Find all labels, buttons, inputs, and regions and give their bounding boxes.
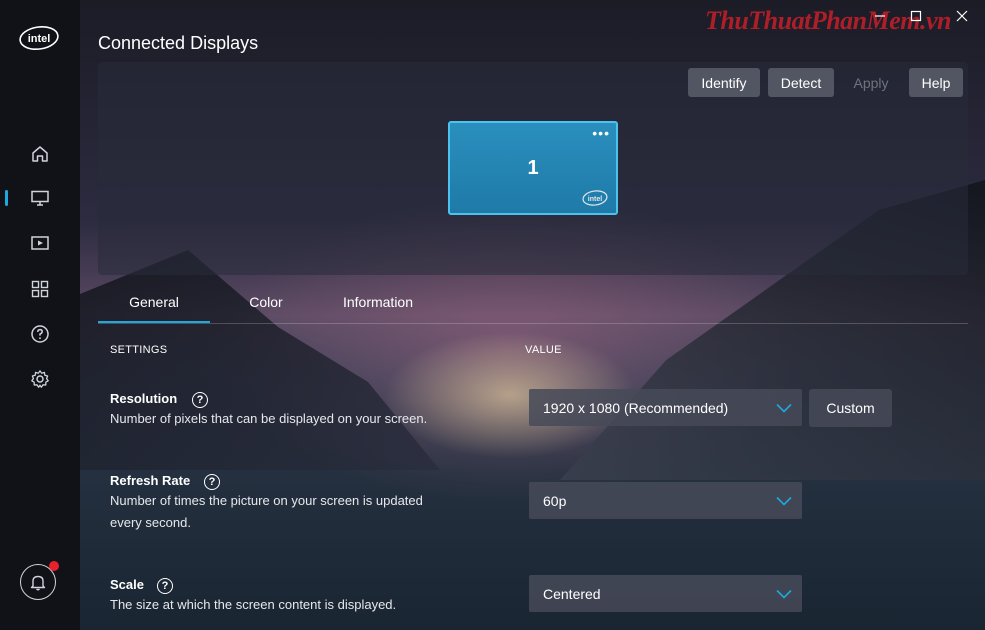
sidebar-item-home[interactable] xyxy=(0,136,80,172)
refresh-rate-dropdown[interactable]: 60p xyxy=(529,482,802,519)
maximize-icon xyxy=(910,10,922,22)
page-title: Connected Displays xyxy=(98,33,259,53)
intel-logo: intel xyxy=(19,25,59,51)
identify-button[interactable]: Identify xyxy=(688,68,760,97)
sidebar-item-apps[interactable] xyxy=(0,271,80,307)
sidebar-item-display[interactable] xyxy=(0,180,80,216)
refresh-rate-description-line1: Number of times the picture on your scre… xyxy=(110,493,423,508)
resolution-dropdown[interactable]: 1920 x 1080 (Recommended) xyxy=(529,389,802,426)
intel-badge-icon: intel xyxy=(582,190,608,206)
grid-icon xyxy=(31,280,49,298)
refresh-rate-value: 60p xyxy=(543,492,567,509)
home-icon xyxy=(32,146,48,162)
scale-dropdown[interactable]: Centered xyxy=(529,575,802,612)
active-tab-indicator xyxy=(98,321,210,323)
video-icon xyxy=(31,236,49,250)
notification-badge xyxy=(49,561,59,571)
sidebar-item-video[interactable] xyxy=(0,225,80,261)
monitor-icon xyxy=(31,190,49,206)
minimize-icon xyxy=(875,15,885,17)
bell-icon xyxy=(30,575,46,591)
help-circle-icon xyxy=(31,325,49,343)
intel-badge-text: intel xyxy=(588,196,602,203)
settings-column-header: SETTINGS xyxy=(110,344,168,356)
display-menu-icon[interactable]: ••• xyxy=(592,125,610,141)
close-button[interactable] xyxy=(952,6,972,26)
app-window: intel Connected Displays ThuThuatPhanMem… xyxy=(0,0,985,630)
resolution-help-icon[interactable]: ? xyxy=(192,392,208,408)
refresh-rate-description-line2: every second. xyxy=(110,515,191,530)
minimize-button[interactable] xyxy=(870,6,890,26)
scale-value: Centered xyxy=(543,585,601,602)
sidebar: intel xyxy=(0,0,80,630)
refresh-rate-help-icon[interactable]: ? xyxy=(204,474,220,490)
maximize-button[interactable] xyxy=(906,6,926,26)
resolution-label: Resolution xyxy=(110,391,178,406)
apply-button[interactable]: Apply xyxy=(840,68,902,97)
refresh-rate-label: Refresh Rate xyxy=(110,473,191,488)
sidebar-item-help[interactable] xyxy=(0,316,80,352)
chevron-down-icon xyxy=(776,496,792,506)
chevron-down-icon xyxy=(776,403,792,413)
tab-divider xyxy=(98,323,968,324)
close-icon xyxy=(956,10,968,22)
scale-help-icon[interactable]: ? xyxy=(157,578,173,594)
custom-resolution-button[interactable]: Custom xyxy=(809,389,892,427)
help-button[interactable]: Help xyxy=(909,68,963,97)
chevron-down-icon xyxy=(776,589,792,599)
gear-icon xyxy=(31,370,49,388)
display-number: 1 xyxy=(527,157,539,179)
detect-button[interactable]: Detect xyxy=(768,68,834,97)
value-column-header: VALUE xyxy=(525,344,562,356)
resolution-description: Number of pixels that can be displayed o… xyxy=(110,411,428,426)
resolution-value: 1920 x 1080 (Recommended) xyxy=(543,399,729,416)
scale-label: Scale xyxy=(110,577,144,592)
display-tile-1[interactable]: ••• 1 intel xyxy=(448,121,618,215)
sidebar-item-settings[interactable] xyxy=(0,361,80,397)
scale-description: The size at which the screen content is … xyxy=(110,597,397,612)
intel-logo-text: intel xyxy=(28,33,51,45)
